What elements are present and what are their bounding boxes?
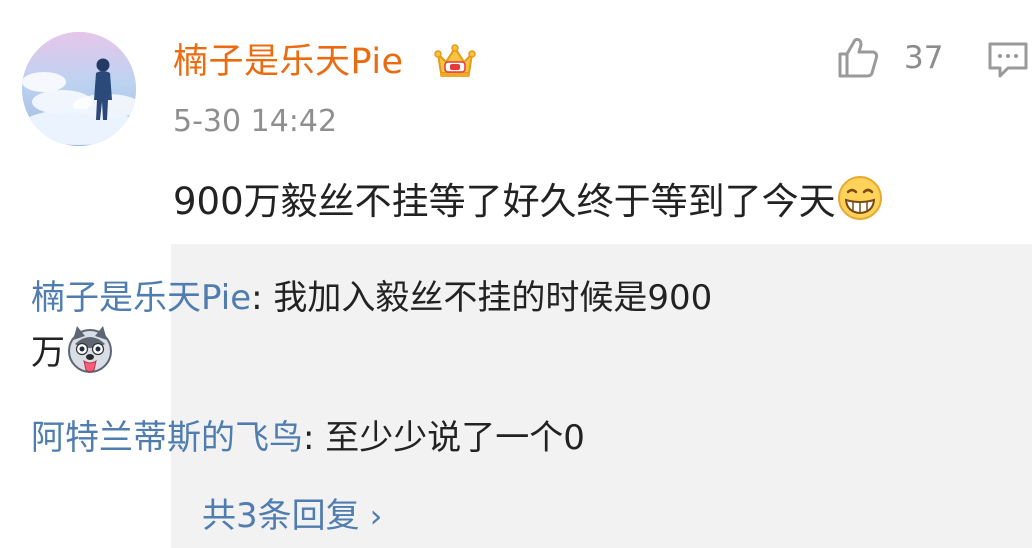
grin-emoji-icon [836,174,884,222]
reply-author[interactable]: 阿特兰蒂斯的飞鸟 [31,418,303,458]
comment-timestamp: 5-30 14:42 [173,104,338,139]
reply-author[interactable]: 楠子是乐天Pie [31,278,251,318]
more-replies-link[interactable]: 共3条回复 › [202,492,382,540]
reply-separator: : [303,418,326,458]
comment-icon[interactable] [986,38,1030,82]
reply-text: 至少少说了一个0 [325,418,585,458]
husky-emoji-icon [65,324,115,374]
reply-text: 我加入毅丝不挂的时候是900 [273,278,713,318]
comment-username[interactable]: 楠子是乐天Pie [173,40,404,84]
chevron-right-icon: › [369,497,383,535]
reply-item[interactable]: 楠子是乐天Pie: 我加入毅丝不挂的时候是900 万 [31,272,811,379]
like-count[interactable]: 37 [904,38,943,78]
reply-separator: : [251,278,274,318]
comment-text-body: 900万毅丝不挂等了好久终于等到了今天 [173,180,836,223]
thumbs-up-icon[interactable] [834,34,882,82]
crown-badge-icon [434,40,476,82]
avatar[interactable] [22,32,136,146]
reply-text-continued: 万 [31,333,65,373]
more-replies-label[interactable]: 共3条回复 [202,496,360,536]
comment-text: 900万毅丝不挂等了好久终于等到了今天 [173,174,884,227]
reply-item[interactable]: 阿特兰蒂斯的飞鸟: 至少少说了一个0 [31,412,811,464]
